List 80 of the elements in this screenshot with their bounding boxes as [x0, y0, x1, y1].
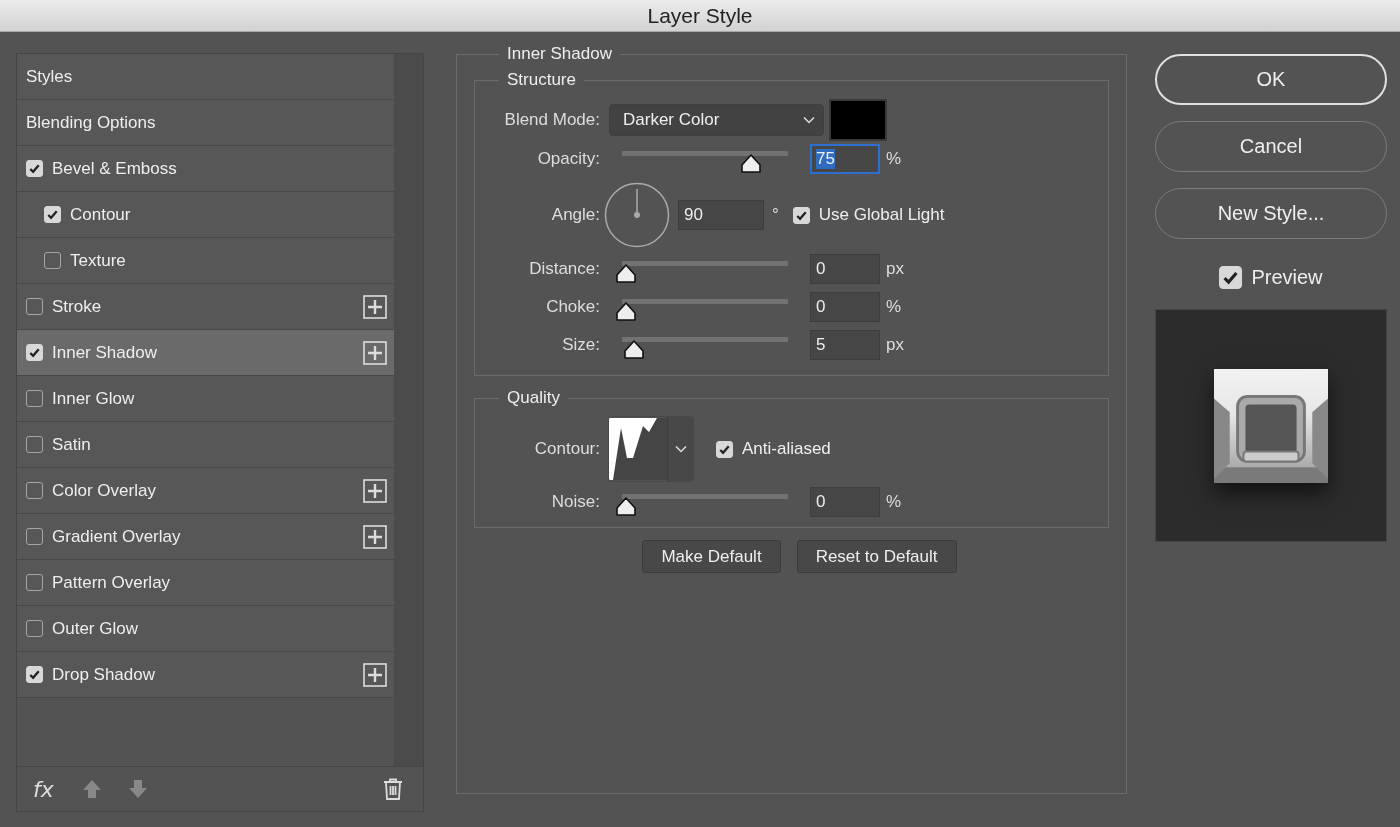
contour-curve-icon: [609, 417, 667, 481]
angle-dial[interactable]: [604, 182, 670, 248]
contour-picker[interactable]: [608, 416, 694, 482]
color-swatch[interactable]: [829, 99, 887, 141]
group-title: Structure: [506, 70, 577, 90]
slider-thumb[interactable]: [623, 339, 646, 360]
dialog-button[interactable]: New Style...: [1155, 188, 1387, 239]
checkbox-label: Preview: [1251, 265, 1323, 289]
number-field[interactable]: 0: [810, 254, 880, 284]
style-list-item[interactable]: Bevel & Emboss: [17, 146, 394, 192]
unit-label: %: [886, 297, 902, 317]
group-title: Inner Shadow: [506, 44, 613, 64]
dialog-button[interactable]: Cancel: [1155, 121, 1387, 172]
slider-thumb[interactable]: [615, 301, 637, 322]
unit-label: %: [886, 149, 902, 169]
dialog-button[interactable]: OK: [1155, 54, 1387, 105]
add-icon[interactable]: [363, 340, 387, 365]
style-list-item[interactable]: Contour: [17, 192, 394, 238]
field-label: Choke:: [545, 297, 600, 317]
field-label: Size:: [561, 335, 600, 355]
field-label: Noise:: [550, 492, 600, 512]
unit-label: px: [886, 259, 904, 279]
trash-icon[interactable]: [381, 777, 405, 801]
checkbox[interactable]: [26, 482, 43, 499]
style-list-item[interactable]: Satin: [17, 422, 394, 468]
number-field-focused[interactable]: 75: [810, 144, 880, 174]
field-label: Angle:: [550, 205, 600, 225]
number-field[interactable]: 0: [810, 292, 880, 322]
unit-label: %: [886, 492, 902, 512]
style-list-item[interactable]: Inner Glow: [17, 376, 394, 422]
style-list-item[interactable]: Blending Options: [17, 100, 394, 146]
number-field[interactable]: 0: [810, 487, 880, 517]
field-label: Opacity:: [536, 149, 600, 169]
fx-button[interactable]: fx: [29, 776, 58, 802]
angle-field[interactable]: 90: [678, 200, 764, 230]
checkbox[interactable]: [26, 574, 43, 591]
checkbox[interactable]: [1219, 265, 1243, 289]
checkbox[interactable]: [26, 160, 43, 177]
checkbox[interactable]: [792, 206, 810, 224]
checkbox[interactable]: [26, 436, 43, 453]
number-field[interactable]: 5: [810, 330, 880, 360]
field-label: Distance:: [528, 259, 600, 279]
slider-thumb[interactable]: [615, 496, 637, 517]
dialog-button[interactable]: Reset to Default: [796, 540, 957, 573]
slider-thumb[interactable]: [615, 263, 637, 284]
checkbox[interactable]: [26, 298, 43, 315]
unit-label: px: [886, 335, 904, 355]
checkbox-label: Anti-aliased: [742, 439, 831, 459]
style-list-item[interactable]: Pattern Overlay: [17, 560, 394, 606]
add-icon[interactable]: [363, 478, 387, 503]
checkbox[interactable]: [26, 390, 43, 407]
checkbox[interactable]: [26, 344, 43, 361]
style-list-item[interactable]: Texture: [17, 238, 394, 284]
field-label: Contour:: [533, 439, 600, 459]
add-icon[interactable]: [363, 524, 387, 549]
style-list-item[interactable]: Stroke: [17, 284, 394, 330]
checkbox[interactable]: [26, 666, 43, 683]
checkbox[interactable]: [716, 440, 733, 458]
dialog-button[interactable]: Make Default: [642, 540, 781, 573]
checkbox[interactable]: [44, 206, 61, 223]
field-label: Blend Mode:: [503, 110, 600, 130]
add-icon[interactable]: [363, 662, 387, 687]
group-title: Quality: [506, 388, 561, 408]
slider-thumb[interactable]: [739, 153, 762, 174]
checkbox[interactable]: [44, 252, 61, 269]
add-icon[interactable]: [363, 294, 387, 319]
unit-label: °: [772, 205, 779, 225]
checkbox[interactable]: [26, 528, 43, 545]
style-list-item[interactable]: Drop Shadow: [17, 652, 394, 698]
checkbox[interactable]: [26, 620, 43, 637]
window-title: Layer Style: [647, 3, 753, 28]
checkbox-label: Use Global Light: [818, 205, 945, 225]
style-list-item[interactable]: Outer Glow: [17, 606, 394, 652]
style-list-item[interactable]: Inner Shadow: [17, 330, 394, 376]
style-list-item[interactable]: Color Overlay: [17, 468, 394, 514]
style-list-item[interactable]: Styles: [17, 54, 394, 100]
caret-icon: [803, 116, 815, 124]
style-list-item[interactable]: Gradient Overlay: [17, 514, 394, 560]
selected-text: 75: [816, 149, 835, 169]
blend-mode-dropdown[interactable]: Darker Color: [609, 104, 824, 136]
